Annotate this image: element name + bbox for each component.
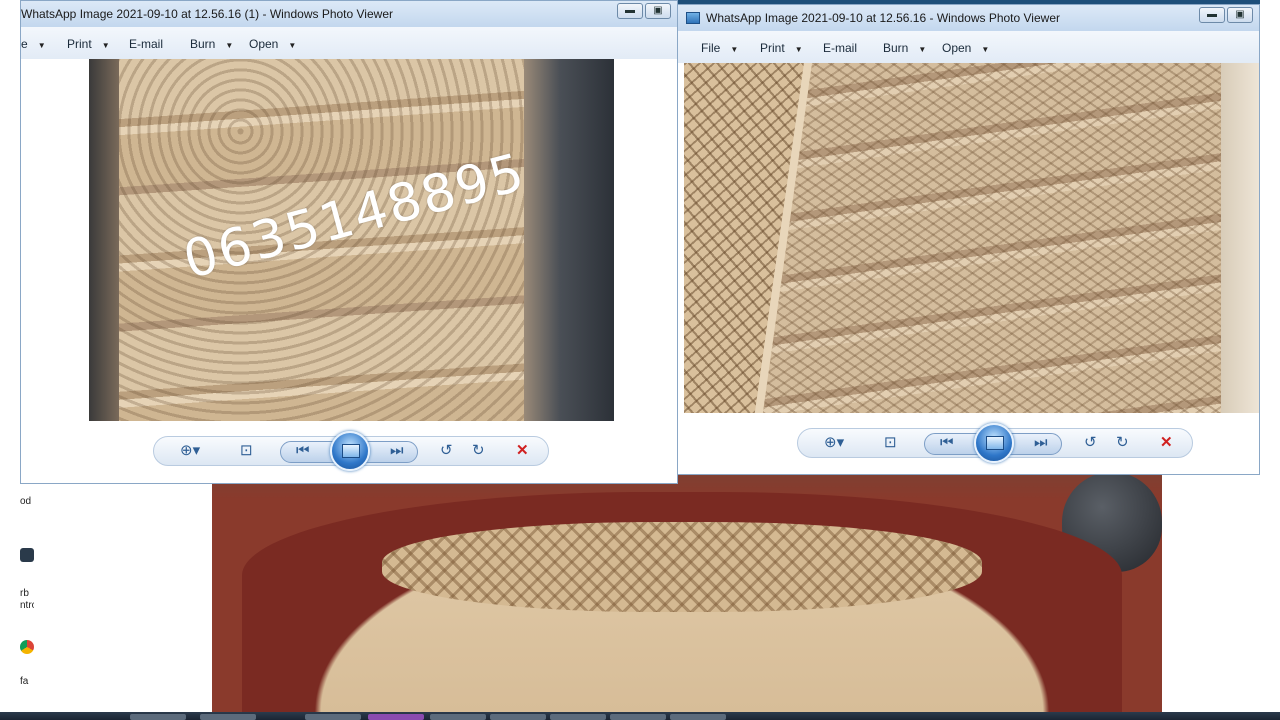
print-menu-label: Print xyxy=(760,41,785,55)
title-bar[interactable]: WhatsApp Image 2021-09-10 at 12.56.16 (1… xyxy=(21,1,677,27)
chevron-down-icon: ▼ xyxy=(794,45,803,54)
maximize-button[interactable]: ▣ xyxy=(1227,7,1253,23)
taskbar xyxy=(0,712,1280,720)
chevron-down-icon: ▼ xyxy=(730,45,739,54)
taskbar-button[interactable] xyxy=(200,714,256,720)
taskbar-button[interactable] xyxy=(368,714,424,720)
desktop-label-4: fa xyxy=(20,676,29,687)
desktop-app-icon[interactable] xyxy=(20,548,34,562)
command-bar: e ▼ Print ▼ E-mail Burn ▼ Open ▼ xyxy=(21,27,677,60)
maximize-button[interactable]: ▣ xyxy=(645,3,671,19)
email-button[interactable]: E-mail xyxy=(823,41,857,55)
desktop-label-3: ntro xyxy=(20,600,34,611)
burn-menu[interactable]: Burn ▼ xyxy=(190,37,233,51)
burn-menu-label: Burn xyxy=(883,41,909,55)
next-icon[interactable]: ⏭ xyxy=(1034,434,1048,452)
file-menu[interactable]: File ▼ xyxy=(701,41,738,55)
carved-rings-photo xyxy=(684,63,1259,413)
photo-viewer-app-icon xyxy=(686,12,700,24)
rotate-ccw-icon[interactable]: ↺ xyxy=(1084,434,1097,452)
slideshow-icon xyxy=(342,444,360,458)
open-menu[interactable]: Open ▼ xyxy=(249,37,296,51)
chevron-down-icon: ▼ xyxy=(101,41,110,50)
window-controls: ▬ ▣ xyxy=(617,3,671,21)
desktop-label-2: rb xyxy=(20,588,29,599)
window-title: WhatsApp Image 2021-09-10 at 12.56.16 - … xyxy=(706,11,1060,25)
rotate-ccw-icon[interactable]: ↺ xyxy=(440,442,453,460)
rotate-cw-icon[interactable]: ↻ xyxy=(472,442,485,460)
slideshow-button[interactable] xyxy=(974,423,1014,463)
print-menu[interactable]: Print ▼ xyxy=(67,37,110,51)
chrome-icon[interactable] xyxy=(20,640,34,654)
next-icon[interactable]: ⏭ xyxy=(390,442,404,460)
open-menu-label: Open xyxy=(249,37,279,51)
rotate-cw-icon[interactable]: ↻ xyxy=(1116,434,1129,452)
title-bar[interactable]: WhatsApp Image 2021-09-10 at 12.56.16 - … xyxy=(678,5,1259,31)
chevron-down-icon: ▼ xyxy=(981,45,990,54)
burn-menu-label: Burn xyxy=(190,37,216,51)
chevron-down-icon: ▼ xyxy=(37,41,46,50)
magnifier-icon[interactable]: ⊕▾ xyxy=(180,442,200,460)
carved-arch-board xyxy=(242,492,1122,712)
desktop-right-strip xyxy=(1260,0,1280,720)
email-button[interactable]: E-mail xyxy=(129,37,163,51)
chevron-down-icon: ▼ xyxy=(918,45,927,54)
email-label: E-mail xyxy=(823,41,858,55)
desktop-label-1: od xyxy=(20,496,32,507)
file-menu-label: e xyxy=(21,37,28,51)
print-menu-label: Print xyxy=(67,37,92,51)
taskbar-button[interactable] xyxy=(430,714,486,720)
open-menu[interactable]: Open ▼ xyxy=(942,41,989,55)
taskbar-button[interactable] xyxy=(610,714,666,720)
open-menu-label: Open xyxy=(942,41,972,55)
minimize-button[interactable]: ▬ xyxy=(617,3,643,19)
actual-size-icon[interactable]: ⊡ xyxy=(240,442,253,460)
slideshow-icon xyxy=(986,436,1004,450)
magnifier-icon[interactable]: ⊕▾ xyxy=(824,434,844,452)
navigation-bar: ⊕▾ ⊡ ⏮ ⏭ ↺ ↻ ✕ xyxy=(797,423,1193,463)
chevron-down-icon: ▼ xyxy=(288,41,297,50)
taskbar-button[interactable] xyxy=(670,714,726,720)
slideshow-button[interactable] xyxy=(330,431,370,471)
delete-icon[interactable]: ✕ xyxy=(1160,434,1173,452)
command-bar: File ▼ Print ▼ E-mail Burn ▼ Open ▼ xyxy=(678,31,1259,64)
navigation-bar: ⊕▾ ⊡ ⏮ ⏭ ↺ ↻ ✕ xyxy=(153,431,549,471)
taskbar-button[interactable] xyxy=(305,714,361,720)
image-area: 0635148895 xyxy=(21,59,677,421)
actual-size-icon[interactable]: ⊡ xyxy=(884,434,897,452)
taskbar-button[interactable] xyxy=(490,714,546,720)
photo-viewer-window-right[interactable]: WhatsApp Image 2021-09-10 at 12.56.16 - … xyxy=(677,4,1260,475)
print-menu[interactable]: Print ▼ xyxy=(760,41,803,55)
previous-icon[interactable]: ⏮ xyxy=(940,434,954,452)
email-label: E-mail xyxy=(129,37,164,51)
taskbar-button[interactable] xyxy=(130,714,186,720)
window-controls: ▬ ▣ xyxy=(1199,7,1253,25)
file-menu-label: File xyxy=(701,41,721,55)
delete-icon[interactable]: ✕ xyxy=(516,442,529,460)
minimize-button[interactable]: ▬ xyxy=(1199,7,1225,23)
image-area xyxy=(678,63,1259,413)
photo-viewer-window-left[interactable]: WhatsApp Image 2021-09-10 at 12.56.16 (1… xyxy=(20,0,678,484)
desktop-left-strip xyxy=(0,0,20,720)
chevron-down-icon: ▼ xyxy=(225,41,234,50)
file-menu[interactable]: e ▼ xyxy=(21,37,46,51)
previous-icon[interactable]: ⏮ xyxy=(296,442,310,460)
taskbar-button[interactable] xyxy=(550,714,606,720)
window-title: WhatsApp Image 2021-09-10 at 12.56.16 (1… xyxy=(21,7,393,21)
burn-menu[interactable]: Burn ▼ xyxy=(883,41,926,55)
